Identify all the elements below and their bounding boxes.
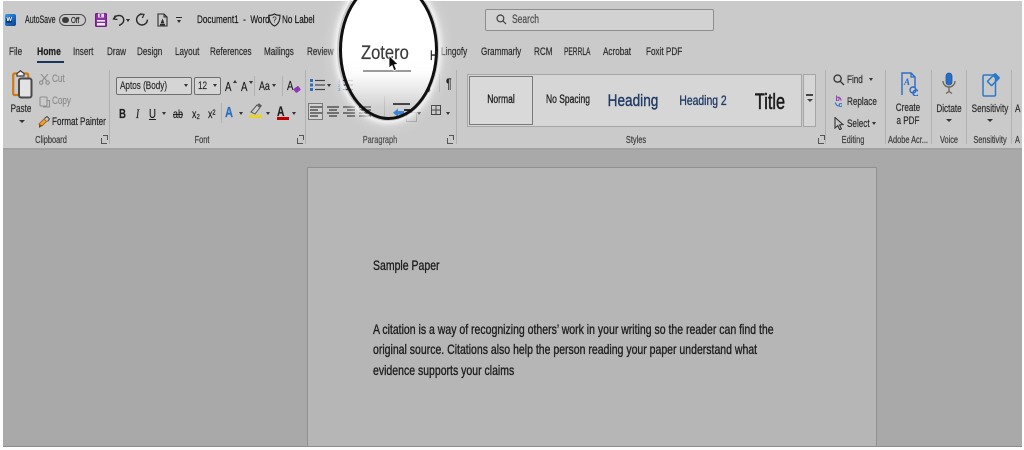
- svg-text:3: 3: [338, 87, 341, 91]
- svg-text:A: A: [903, 77, 910, 87]
- svg-text:c: c: [839, 102, 843, 108]
- svg-text:?: ?: [272, 16, 277, 25]
